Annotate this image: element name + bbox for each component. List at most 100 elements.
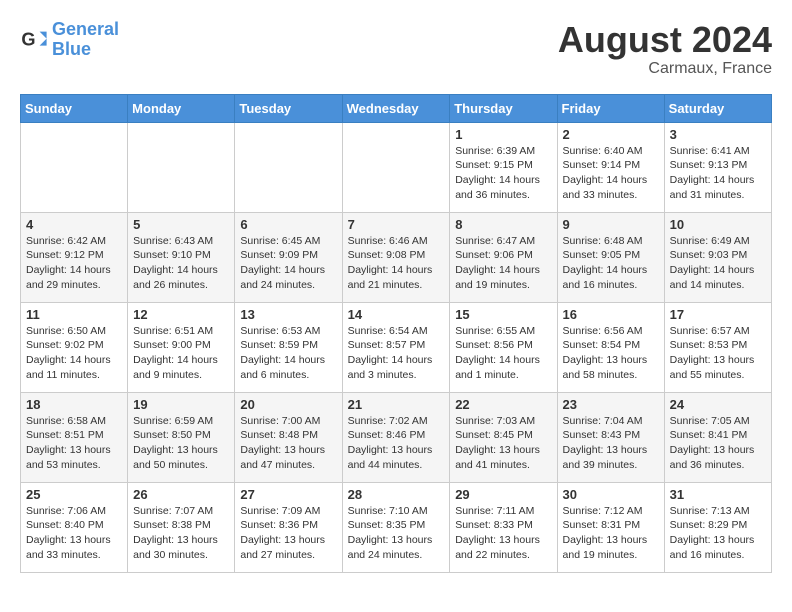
day-number: 18: [26, 397, 122, 412]
table-row: 30Sunrise: 7:12 AM Sunset: 8:31 PM Dayli…: [557, 482, 664, 572]
day-info: Sunrise: 6:56 AM Sunset: 8:54 PM Dayligh…: [563, 324, 659, 383]
day-info: Sunrise: 6:59 AM Sunset: 8:50 PM Dayligh…: [133, 414, 229, 473]
table-row: 31Sunrise: 7:13 AM Sunset: 8:29 PM Dayli…: [664, 482, 771, 572]
day-info: Sunrise: 7:02 AM Sunset: 8:46 PM Dayligh…: [348, 414, 445, 473]
table-row: 2 Sunrise: 6:40 AM Sunset: 9:14 PM Daylig…: [557, 122, 664, 212]
table-row: 17 Sunrise: 6:57 AM Sunset: 8:53 PM Dayli…: [664, 302, 771, 392]
table-row: [342, 122, 450, 212]
day-info: Sunrise: 6:50 AM Sunset: 9:02 PM Dayligh…: [26, 324, 122, 383]
day-number: 7: [348, 217, 445, 232]
day-info: Sunrise: 6:55 AM Sunset: 8:56 PM Dayligh…: [455, 324, 551, 383]
table-row: 26Sunrise: 7:07 AM Sunset: 8:38 PM Dayli…: [128, 482, 235, 572]
table-row: 16 Sunrise: 6:56 AM Sunset: 8:54 PM Dayli…: [557, 302, 664, 392]
table-row: 19 Sunrise: 6:59 AM Sunset: 8:50 PM Dayli…: [128, 392, 235, 482]
day-info: Sunrise: 6:58 AM Sunset: 8:51 PM Dayligh…: [26, 414, 122, 473]
day-number: 9: [563, 217, 659, 232]
day-number: 13: [240, 307, 336, 322]
table-row: 10Sunrise: 6:49 AM Sunset: 9:03 PM Dayli…: [664, 212, 771, 302]
day-info: Sunrise: 7:12 AM Sunset: 8:31 PM Dayligh…: [563, 504, 659, 563]
table-row: 12Sunrise: 6:51 AM Sunset: 9:00 PM Dayli…: [128, 302, 235, 392]
location: Carmaux, France: [558, 60, 772, 78]
day-info: Sunrise: 6:39 AM Sunset: 9:15 PM Dayligh…: [455, 144, 551, 203]
header-monday: Monday: [128, 94, 235, 122]
table-row: 18 Sunrise: 6:58 AM Sunset: 8:51 PM Dayli…: [21, 392, 128, 482]
day-number: 8: [455, 217, 551, 232]
table-row: 6 Sunrise: 6:45 AM Sunset: 9:09 PM Daylig…: [235, 212, 342, 302]
header-thursday: Thursday: [450, 94, 557, 122]
page-header: G General Blue August 2024 Carmaux, Fran…: [20, 20, 772, 78]
calendar-week-5: 25Sunrise: 7:06 AM Sunset: 8:40 PM Dayli…: [21, 482, 772, 572]
table-row: 13 Sunrise: 6:53 AM Sunset: 8:59 PM Dayli…: [235, 302, 342, 392]
day-number: 20: [240, 397, 336, 412]
day-info: Sunrise: 7:00 AM Sunset: 8:48 PM Dayligh…: [240, 414, 336, 473]
day-number: 5: [133, 217, 229, 232]
day-info: Sunrise: 7:09 AM Sunset: 8:36 PM Dayligh…: [240, 504, 336, 563]
day-number: 2: [563, 127, 659, 142]
month-year: August 2024: [558, 20, 772, 60]
table-row: 20 Sunrise: 7:00 AM Sunset: 8:48 PM Dayli…: [235, 392, 342, 482]
table-row: 24Sunrise: 7:05 AM Sunset: 8:41 PM Dayli…: [664, 392, 771, 482]
calendar-week-1: 1 Sunrise: 6:39 AM Sunset: 9:15 PM Daylig…: [21, 122, 772, 212]
header-saturday: Saturday: [664, 94, 771, 122]
day-number: 4: [26, 217, 122, 232]
table-row: 22 Sunrise: 7:03 AM Sunset: 8:45 PM Dayli…: [450, 392, 557, 482]
day-info: Sunrise: 7:06 AM Sunset: 8:40 PM Dayligh…: [26, 504, 122, 563]
calendar-table: Sunday Monday Tuesday Wednesday Thursday…: [20, 94, 772, 573]
calendar-week-4: 18 Sunrise: 6:58 AM Sunset: 8:51 PM Dayli…: [21, 392, 772, 482]
title-section: August 2024 Carmaux, France: [558, 20, 772, 78]
day-info: Sunrise: 7:11 AM Sunset: 8:33 PM Dayligh…: [455, 504, 551, 563]
day-number: 22: [455, 397, 551, 412]
logo-icon: G: [20, 26, 48, 54]
day-info: Sunrise: 7:10 AM Sunset: 8:35 PM Dayligh…: [348, 504, 445, 563]
day-number: 16: [563, 307, 659, 322]
day-number: 10: [670, 217, 766, 232]
day-info: Sunrise: 6:53 AM Sunset: 8:59 PM Dayligh…: [240, 324, 336, 383]
calendar-header-row: Sunday Monday Tuesday Wednesday Thursday…: [21, 94, 772, 122]
day-number: 23: [563, 397, 659, 412]
table-row: 29 Sunrise: 7:11 AM Sunset: 8:33 PM Dayli…: [450, 482, 557, 572]
logo: G General Blue: [20, 20, 119, 60]
day-info: Sunrise: 6:47 AM Sunset: 9:06 PM Dayligh…: [455, 234, 551, 293]
day-number: 3: [670, 127, 766, 142]
table-row: [128, 122, 235, 212]
day-number: 29: [455, 487, 551, 502]
header-friday: Friday: [557, 94, 664, 122]
table-row: 21Sunrise: 7:02 AM Sunset: 8:46 PM Dayli…: [342, 392, 450, 482]
table-row: 5Sunrise: 6:43 AM Sunset: 9:10 PM Daylig…: [128, 212, 235, 302]
day-info: Sunrise: 6:45 AM Sunset: 9:09 PM Dayligh…: [240, 234, 336, 293]
day-info: Sunrise: 6:42 AM Sunset: 9:12 PM Dayligh…: [26, 234, 122, 293]
table-row: [21, 122, 128, 212]
table-row: 8 Sunrise: 6:47 AM Sunset: 9:06 PM Daylig…: [450, 212, 557, 302]
day-info: Sunrise: 7:03 AM Sunset: 8:45 PM Dayligh…: [455, 414, 551, 473]
day-number: 19: [133, 397, 229, 412]
calendar-week-3: 11Sunrise: 6:50 AM Sunset: 9:02 PM Dayli…: [21, 302, 772, 392]
day-number: 31: [670, 487, 766, 502]
day-info: Sunrise: 6:54 AM Sunset: 8:57 PM Dayligh…: [348, 324, 445, 383]
day-number: 17: [670, 307, 766, 322]
table-row: 3 Sunrise: 6:41 AM Sunset: 9:13 PM Daylig…: [664, 122, 771, 212]
table-row: 7 Sunrise: 6:46 AM Sunset: 9:08 PM Daylig…: [342, 212, 450, 302]
day-info: Sunrise: 6:46 AM Sunset: 9:08 PM Dayligh…: [348, 234, 445, 293]
day-number: 28: [348, 487, 445, 502]
table-row: 9 Sunrise: 6:48 AM Sunset: 9:05 PM Daylig…: [557, 212, 664, 302]
day-info: Sunrise: 6:57 AM Sunset: 8:53 PM Dayligh…: [670, 324, 766, 383]
day-number: 6: [240, 217, 336, 232]
table-row: 14 Sunrise: 6:54 AM Sunset: 8:57 PM Dayli…: [342, 302, 450, 392]
day-info: Sunrise: 6:40 AM Sunset: 9:14 PM Dayligh…: [563, 144, 659, 203]
day-info: Sunrise: 6:51 AM Sunset: 9:00 PM Dayligh…: [133, 324, 229, 383]
table-row: 15 Sunrise: 6:55 AM Sunset: 8:56 PM Dayli…: [450, 302, 557, 392]
table-row: 28 Sunrise: 7:10 AM Sunset: 8:35 PM Dayli…: [342, 482, 450, 572]
table-row: 27Sunrise: 7:09 AM Sunset: 8:36 PM Dayli…: [235, 482, 342, 572]
day-number: 1: [455, 127, 551, 142]
calendar-week-2: 4 Sunrise: 6:42 AM Sunset: 9:12 PM Daylig…: [21, 212, 772, 302]
day-info: Sunrise: 7:05 AM Sunset: 8:41 PM Dayligh…: [670, 414, 766, 473]
day-info: Sunrise: 6:41 AM Sunset: 9:13 PM Dayligh…: [670, 144, 766, 203]
table-row: 23Sunrise: 7:04 AM Sunset: 8:43 PM Dayli…: [557, 392, 664, 482]
table-row: 1 Sunrise: 6:39 AM Sunset: 9:15 PM Daylig…: [450, 122, 557, 212]
day-info: Sunrise: 6:48 AM Sunset: 9:05 PM Dayligh…: [563, 234, 659, 293]
table-row: [235, 122, 342, 212]
day-number: 14: [348, 307, 445, 322]
header-wednesday: Wednesday: [342, 94, 450, 122]
day-number: 15: [455, 307, 551, 322]
header-sunday: Sunday: [21, 94, 128, 122]
